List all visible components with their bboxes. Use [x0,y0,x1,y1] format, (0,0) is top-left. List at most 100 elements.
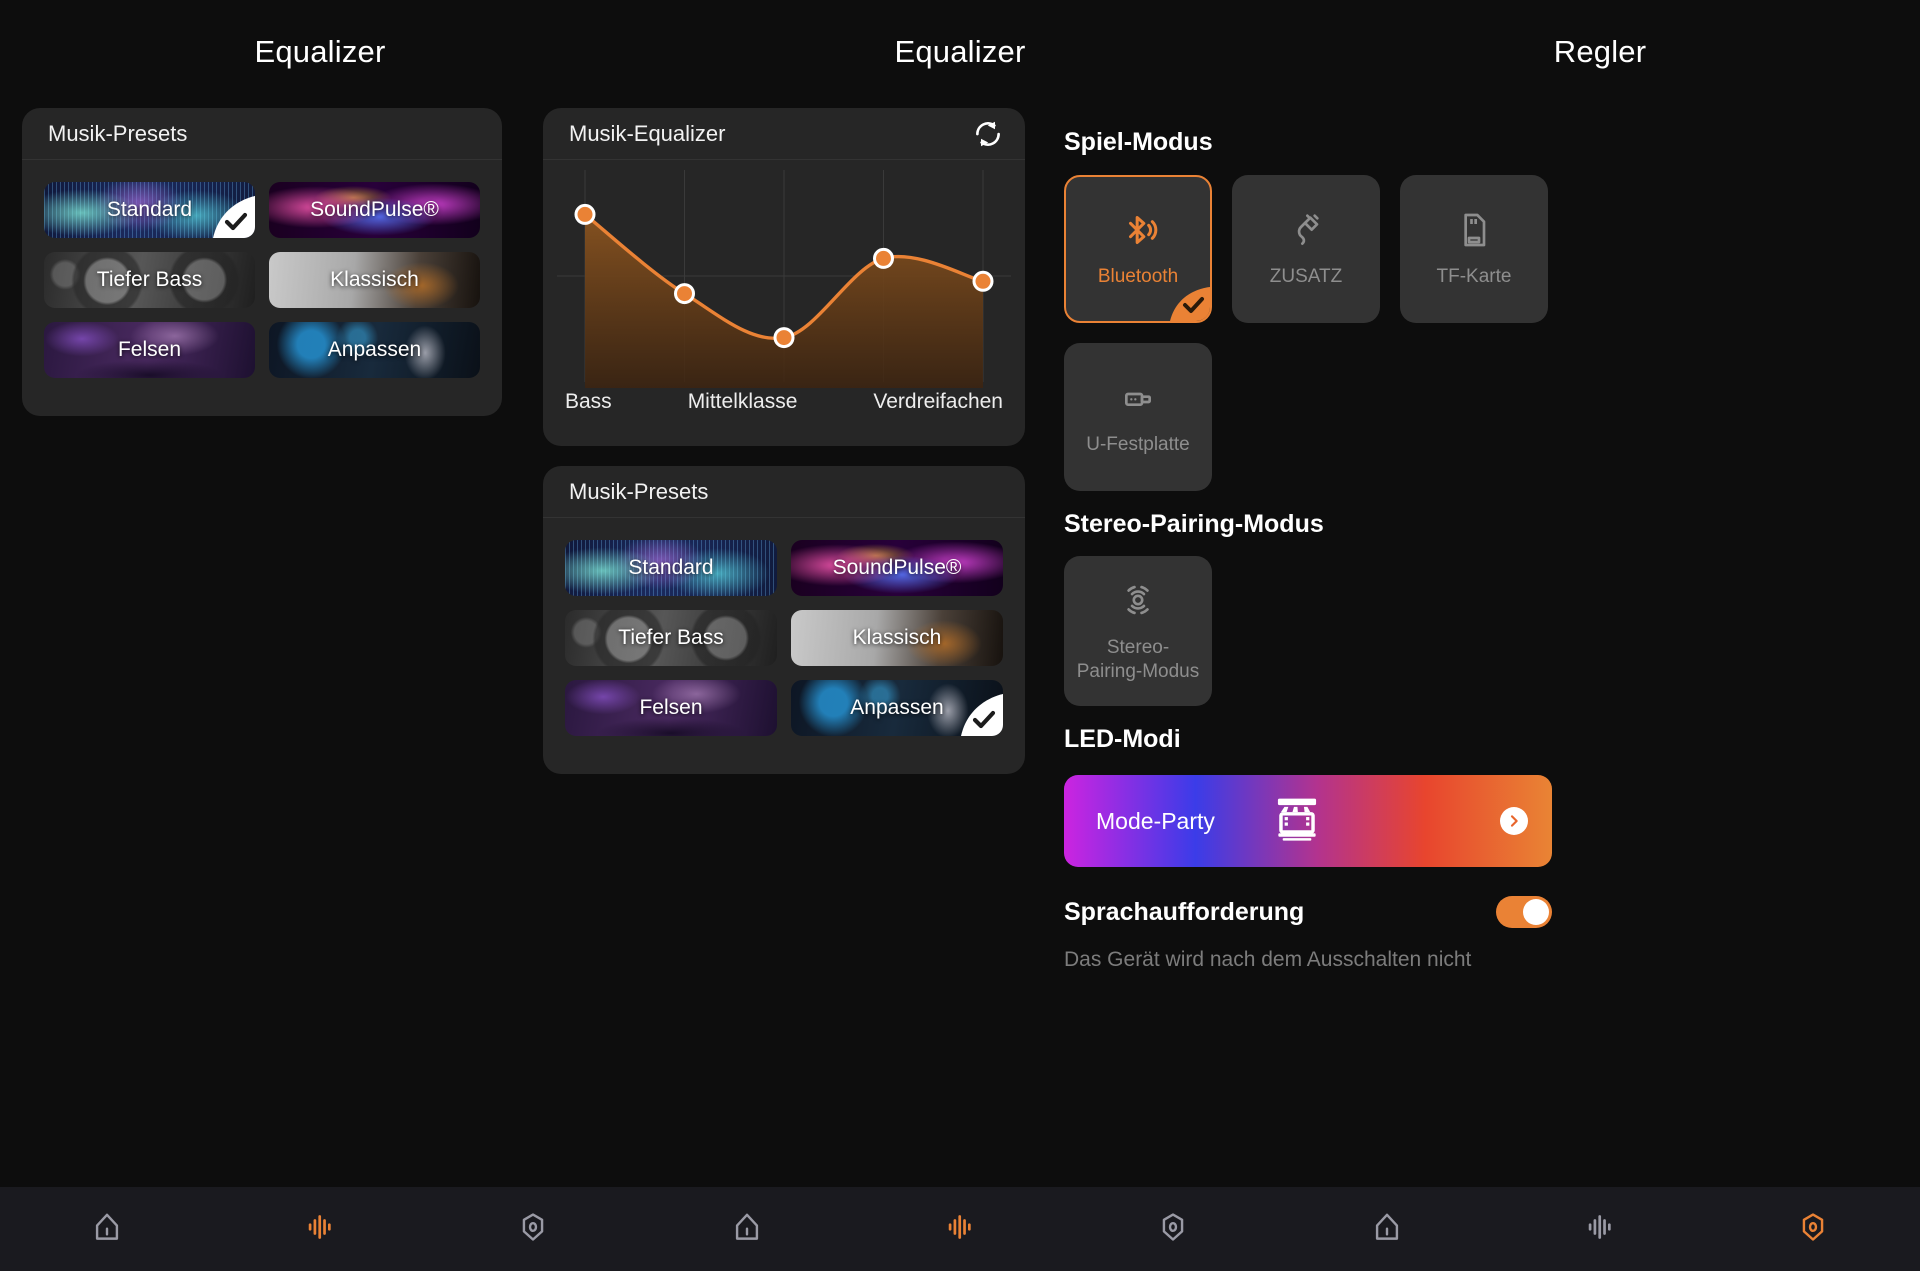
voice-prompt-row: Sprachaufforderung [1064,896,1552,928]
card-header-equalizer: Musik-Equalizer [543,108,1025,160]
preset-label: Felsen [117,338,182,361]
preset-soundpulse[interactable]: SoundPulse® [269,182,480,238]
voice-prompt-toggle[interactable] [1496,896,1552,928]
card-title: Musik-Presets [48,120,188,146]
nav-settings-button[interactable] [1067,1187,1280,1271]
page-title-middle: Equalizer [894,34,1026,69]
nav-panel-2 [1280,1187,1920,1271]
nav-equalizer-button[interactable] [213,1187,426,1271]
chart-tick-label: Mittelklasse [687,390,798,413]
nav-settings-button[interactable] [1707,1187,1920,1271]
music-equalizer-card: Musik-Equalizer Bass Mittelklasse Verdreif… [543,108,1025,446]
toggle-knob [1523,899,1549,925]
section-heading-led-modes: LED-Modi [1064,725,1181,753]
card-title: Musik-Equalizer [569,120,726,146]
preset-grid-left: Standard SoundPulse® Tiefer Bass Klassisch… [22,160,502,404]
preset-label: SoundPulse® [832,556,962,579]
play-mode-tile-tf-karte[interactable]: TF-Karte [1400,175,1548,323]
usb-drive-icon [1118,378,1158,423]
preset-standard[interactable]: Standard [565,540,777,596]
home-icon [730,1210,764,1249]
chevron-right-icon[interactable] [1500,807,1528,835]
card-header-middle: Musik-Presets [543,466,1025,518]
check-icon [961,694,1003,736]
chart-tick-label: Bass [565,390,612,413]
nav-home-button[interactable] [1280,1187,1493,1271]
section-heading-play-mode: Spiel-Modus [1064,128,1213,156]
page-title-right: Regler [1553,34,1647,69]
voice-prompt-label: Sprachaufforderung [1064,897,1305,926]
preset-label: Tiefer Bass [96,268,203,291]
home-icon [90,1210,124,1249]
section-heading-stereo-pairing: Stereo-Pairing-Modus [1064,510,1324,538]
preset-label: Klassisch [330,268,419,291]
chart-point-handle-3[interactable] [873,247,894,269]
preset-klassisch[interactable]: Klassisch [269,252,480,308]
play-mode-tile-label: TF-Karte [1436,265,1512,287]
settings-icon [516,1210,550,1249]
preset-label: Klassisch [852,626,942,649]
stage-lights-icon [1271,793,1323,850]
preset-label: SoundPulse® [310,198,439,221]
preset-anpassen[interactable]: Anpassen [269,322,480,378]
app-screen: Equalizer Equalizer Regler Musik-Presets… [0,0,1920,1271]
equalizer-chart[interactable]: Bass Mittelklasse Verdreifachen [543,160,1025,432]
card-title: Musik-Presets [569,478,709,504]
stereo-pairing-tile[interactable]: Stereo- Pairing-Modus [1064,556,1212,706]
preset-soundpulse[interactable]: SoundPulse® [791,540,1003,596]
stereo-pairing-tile-label: Stereo- Pairing-Modus [1076,636,1200,682]
bluetooth-icon [1118,210,1158,255]
preset-felsen[interactable]: Felsen [44,322,255,378]
preset-label: Standard [628,556,714,579]
chart-point-handle-2[interactable] [773,327,795,349]
chart-point-handle-0[interactable] [574,203,596,225]
equalizer-icon [303,1210,337,1249]
preset-tiefer-bass[interactable]: Tiefer Bass [565,610,777,666]
voice-prompt-description: Das Gerät wird nach dem Ausschalten nich… [1064,948,1472,971]
play-mode-tile-zusatz[interactable]: ZUSATZ [1232,175,1380,323]
preset-label: Anpassen [327,338,422,361]
preset-anpassen[interactable]: Anpassen [791,680,1003,736]
check-icon [213,196,255,238]
preset-tiefer-bass[interactable]: Tiefer Bass [44,252,255,308]
preset-felsen[interactable]: Felsen [565,680,777,736]
chart-point-handle-4[interactable] [972,270,994,292]
preset-standard[interactable]: Standard [44,182,255,238]
play-mode-tile-u-festplatte[interactable]: U-Festplatte [1064,343,1212,491]
play-mode-tile-label: U-Festplatte [1086,433,1190,455]
play-mode-tile-label: ZUSATZ [1269,265,1343,287]
card-header-left: Musik-Presets [22,108,502,160]
nav-equalizer-button[interactable] [853,1187,1066,1271]
check-icon [1166,277,1210,321]
preset-label: Felsen [639,696,703,719]
refresh-icon[interactable] [973,119,1003,149]
nav-panel-0 [0,1187,640,1271]
stereo-pairing-icon [1117,579,1159,626]
bottom-navigation-bar [0,1187,1920,1271]
preset-label: Anpassen [850,696,944,719]
page-title-left: Equalizer [254,34,386,69]
nav-settings-button[interactable] [427,1187,640,1271]
chart-tick-label: Verdreifachen [873,390,1003,413]
preset-grid-middle: Standard SoundPulse® Tiefer Bass Klassisch F… [543,518,1025,762]
equalizer-icon [1583,1210,1617,1249]
chart-x-axis-labels: Bass Mittelklasse Verdreifachen [543,388,1025,414]
preset-klassisch[interactable]: Klassisch [791,610,1003,666]
sd-card-icon [1454,210,1494,255]
equalizer-curve-svg[interactable] [543,160,1025,388]
aux-plug-icon [1286,210,1326,255]
settings-icon [1156,1210,1190,1249]
settings-icon [1796,1210,1830,1249]
music-presets-card-left: Musik-Presets Standard SoundPulse® Tiefer… [22,108,502,416]
preset-label: Standard [106,198,193,221]
led-mode-party-banner[interactable]: Mode-Party [1064,775,1552,867]
nav-equalizer-button[interactable] [1493,1187,1706,1271]
nav-panel-1 [640,1187,1280,1271]
nav-home-button[interactable] [0,1187,213,1271]
nav-home-button[interactable] [640,1187,853,1271]
chart-point-handle-1[interactable] [674,283,695,305]
music-presets-card-middle: Musik-Presets Standard SoundPulse® Tiefer … [543,466,1025,774]
preset-label: Tiefer Bass [618,626,724,649]
play-mode-tile-bluetooth[interactable]: Bluetooth [1064,175,1212,323]
equalizer-icon [943,1210,977,1249]
